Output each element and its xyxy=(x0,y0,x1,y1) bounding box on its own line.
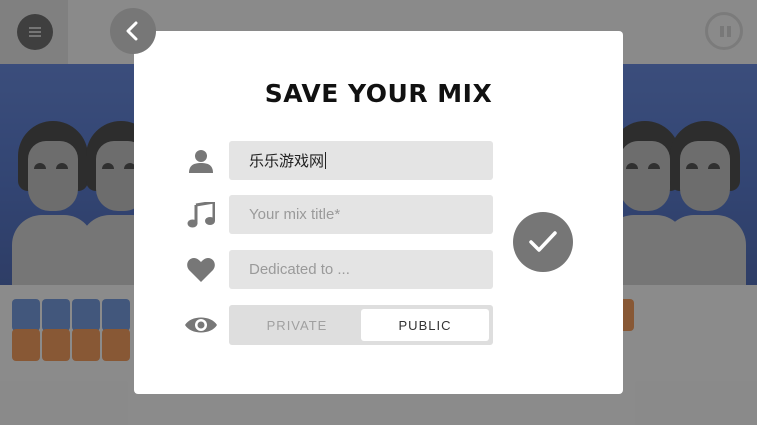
music-note-icon xyxy=(184,198,218,232)
visibility-toggle: PRIVATE PUBLIC xyxy=(229,305,493,345)
eye-icon xyxy=(184,308,218,342)
user-icon xyxy=(184,144,218,178)
checkmark-icon[interactable] xyxy=(513,212,573,272)
author-name-value: 乐乐游戏网 xyxy=(249,153,325,170)
back-arrow-icon[interactable] xyxy=(110,8,156,54)
public-option[interactable]: PUBLIC xyxy=(361,309,489,341)
dedication-input[interactable]: Dedicated to ... xyxy=(229,250,493,289)
heart-icon xyxy=(184,253,218,287)
save-mix-dialog: SAVE YOUR MIX 乐乐游戏网 Your mix title* Dedi… xyxy=(134,31,623,394)
dedication-placeholder: Dedicated to ... xyxy=(249,261,350,278)
dialog-title: SAVE YOUR MIX xyxy=(264,79,493,108)
mix-title-input[interactable]: Your mix title* xyxy=(229,195,493,234)
mix-title-placeholder: Your mix title* xyxy=(249,206,341,223)
author-name-input[interactable]: 乐乐游戏网 xyxy=(229,141,493,180)
private-option[interactable]: PRIVATE xyxy=(233,309,361,341)
